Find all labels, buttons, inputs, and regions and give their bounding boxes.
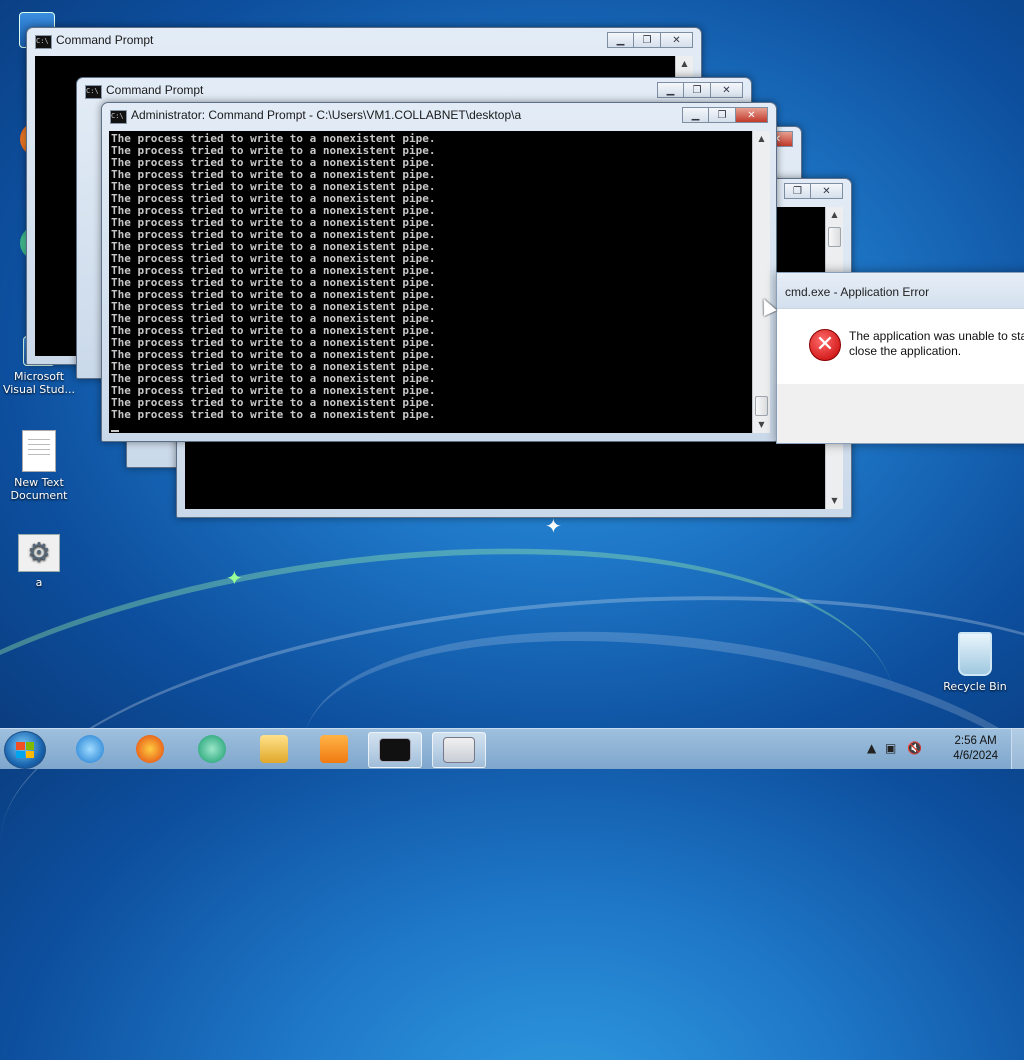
taskbar: ▲ ▣ 🔇 2:56 AM 4/6/2024 [0,728,1024,769]
visual-studio-icon [198,735,226,763]
desktop-icon-new-text-document[interactable]: New Text Document [2,430,76,502]
cmd-icon [379,738,411,762]
clock-time: 2:56 AM [954,735,997,747]
recycle-bin-icon [958,632,992,676]
minimize-button[interactable]: ▁ [607,32,634,48]
internet-explorer-icon [76,735,104,763]
scroll-down-arrow[interactable]: ▼ [826,493,843,509]
application-error-dialog[interactable]: cmd.exe - Application Error ✕ The applic… [776,272,1024,444]
dialog-message-line: close the application. [849,344,962,358]
show-desktop-button[interactable] [1011,729,1024,769]
scroll-up-arrow[interactable]: ▲ [676,56,693,72]
window-title: Command Prompt [106,83,204,97]
window-title: Command Prompt [56,33,154,47]
desktop-icon-recycle-bin[interactable]: Recycle Bin [938,632,1012,693]
show-hidden-icons-icon[interactable]: ▲ [867,741,876,755]
media-player-icon [320,735,348,763]
minimize-button[interactable]: ▁ [657,82,684,98]
close-button[interactable]: ✕ [661,32,693,48]
window-titlebar[interactable]: C:\ Command Prompt ▁ ❐ ✕ [27,28,701,54]
dialog-title: cmd.exe - Application Error [777,273,1024,309]
window-titlebar[interactable]: C:\ Administrator: Command Prompt - C:\U… [102,103,776,129]
volume-muted-icon[interactable]: 🔇 [907,741,922,755]
start-button[interactable] [4,731,46,769]
taskbar-visual-studio[interactable] [186,732,238,766]
cmd-icon: C:\ [110,110,127,124]
desktop-icon-label: a [35,576,43,589]
taskbar-command-prompt[interactable] [368,732,422,768]
scroll-up-arrow[interactable]: ▲ [753,131,770,147]
wallpaper-sparkle: ✦ [226,566,243,590]
desktop-icon-a[interactable]: ⚙ a [2,534,76,589]
dialog-message: The application was unable to sta close … [849,329,1024,359]
close-button[interactable]: ✕ [736,107,768,123]
wallpaper-swoosh [282,585,1024,1005]
system-tray: ▲ ▣ 🔇 2:56 AM 4/6/2024 [859,729,1024,769]
window-titlebar[interactable]: C:\ Command Prompt ▁ ❐ ✕ [77,78,751,104]
console-cursor [111,430,119,432]
window-title: Administrator: Command Prompt - C:\Users… [131,108,522,122]
firefox-icon [136,735,164,763]
maximize-button[interactable]: ❐ [784,183,811,199]
cmd-window-front[interactable]: C:\ Administrator: Command Prompt - C:\U… [101,102,777,442]
wallpaper-swoosh [0,558,1024,1046]
close-button[interactable]: ✕ [811,183,843,199]
window-app-icon [443,737,475,763]
console-output: The process tried to write to a nonexist… [111,133,436,421]
text-document-icon [22,430,56,472]
vertical-scrollbar[interactable]: ▲ ▼ [752,131,770,433]
cmd-icon: C:\ [35,35,52,49]
taskbar-firefox[interactable] [124,732,176,766]
scroll-down-arrow[interactable]: ▼ [753,417,770,433]
clock-date: 4/6/2024 [953,750,998,762]
scroll-up-arrow[interactable]: ▲ [826,207,843,223]
windows-flag-icon [16,742,34,758]
console-line: The process tried to write to a nonexist… [111,408,436,421]
clock[interactable]: 2:56 AM 4/6/2024 [953,734,998,764]
maximize-button[interactable]: ❐ [684,82,711,98]
desktop-icon-label: Recycle Bin [943,680,1007,693]
taskbar-desktop-app[interactable] [432,732,486,768]
console-area[interactable]: The process tried to write to a nonexist… [109,131,752,433]
folder-icon [260,735,288,763]
taskbar-file-explorer[interactable] [248,732,300,766]
network-icon[interactable]: ▣ [885,741,896,755]
cmd-icon: C:\ [85,85,102,99]
wallpaper-swoosh [0,485,925,1060]
taskbar-media-player[interactable] [308,732,360,766]
maximize-button[interactable]: ❐ [709,107,736,123]
error-icon: ✕ [809,329,841,361]
minimize-button[interactable]: ▁ [682,107,709,123]
taskbar-internet-explorer[interactable] [64,732,116,766]
dialog-body: ✕ The application was unable to sta clos… [777,309,1024,384]
dialog-message-line: The application was unable to sta [849,329,1024,343]
desktop-icon-label: New Text Document [10,476,68,502]
close-button[interactable]: ✕ [711,82,743,98]
maximize-button[interactable]: ❐ [634,32,661,48]
desktop-icon-label: Microsoft Visual Stud... [2,370,76,396]
scroll-thumb[interactable] [755,396,768,416]
scroll-thumb[interactable] [828,227,841,247]
gear-icon: ⚙ [18,534,60,572]
